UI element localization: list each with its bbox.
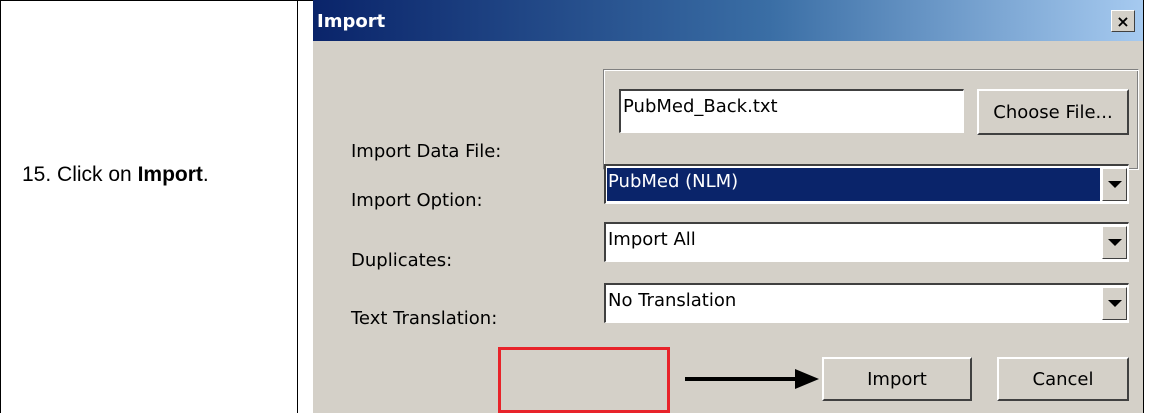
duplicates-value: Import All — [608, 229, 696, 250]
import-data-file-input[interactable]: PubMed_Back.txt — [619, 89, 964, 133]
chevron-down-icon — [1107, 239, 1122, 246]
import-option-dropdown-button[interactable] — [1102, 168, 1127, 201]
close-button[interactable]: × — [1111, 10, 1135, 32]
pointer-arrow — [685, 369, 819, 389]
text-translation-select[interactable]: No Translation — [604, 283, 1129, 323]
text-translation-dropdown-button[interactable] — [1102, 287, 1127, 320]
table-divider — [297, 0, 298, 413]
step-suffix: . — [202, 163, 209, 186]
import-option-value: PubMed (NLM) — [607, 168, 1100, 201]
title-bar[interactable]: Import × — [313, 0, 1143, 41]
table-border-left — [0, 0, 1, 413]
import-option-label: Import Option: — [351, 190, 483, 211]
duplicates-dropdown-button[interactable] — [1102, 226, 1127, 259]
import-option-select[interactable]: PubMed (NLM) — [604, 164, 1129, 204]
import-data-file-label: Import Data File: — [351, 141, 502, 162]
dialog-title: Import — [317, 11, 386, 32]
highlight-box — [498, 347, 670, 413]
duplicates-label: Duplicates: — [351, 250, 453, 271]
choose-file-button[interactable]: Choose File... — [977, 89, 1129, 135]
import-button[interactable]: Import — [822, 357, 972, 401]
text-translation-value: No Translation — [608, 290, 737, 311]
import-dialog: Import × Import Data File: PubMed_Back.t… — [313, 0, 1143, 413]
close-icon: × — [1116, 11, 1130, 31]
text-translation-label: Text Translation: — [351, 308, 498, 329]
step-instruction: 15. Click on Import. — [22, 163, 209, 187]
duplicates-select[interactable]: Import All — [604, 222, 1129, 262]
step-target: Import — [137, 163, 203, 186]
chevron-down-icon — [1107, 300, 1122, 307]
chevron-down-icon — [1107, 181, 1122, 188]
table-border-top — [0, 0, 313, 1]
cancel-button[interactable]: Cancel — [997, 357, 1129, 401]
step-prefix: 15. Click on — [22, 163, 138, 186]
table-border-right — [1143, 0, 1144, 413]
